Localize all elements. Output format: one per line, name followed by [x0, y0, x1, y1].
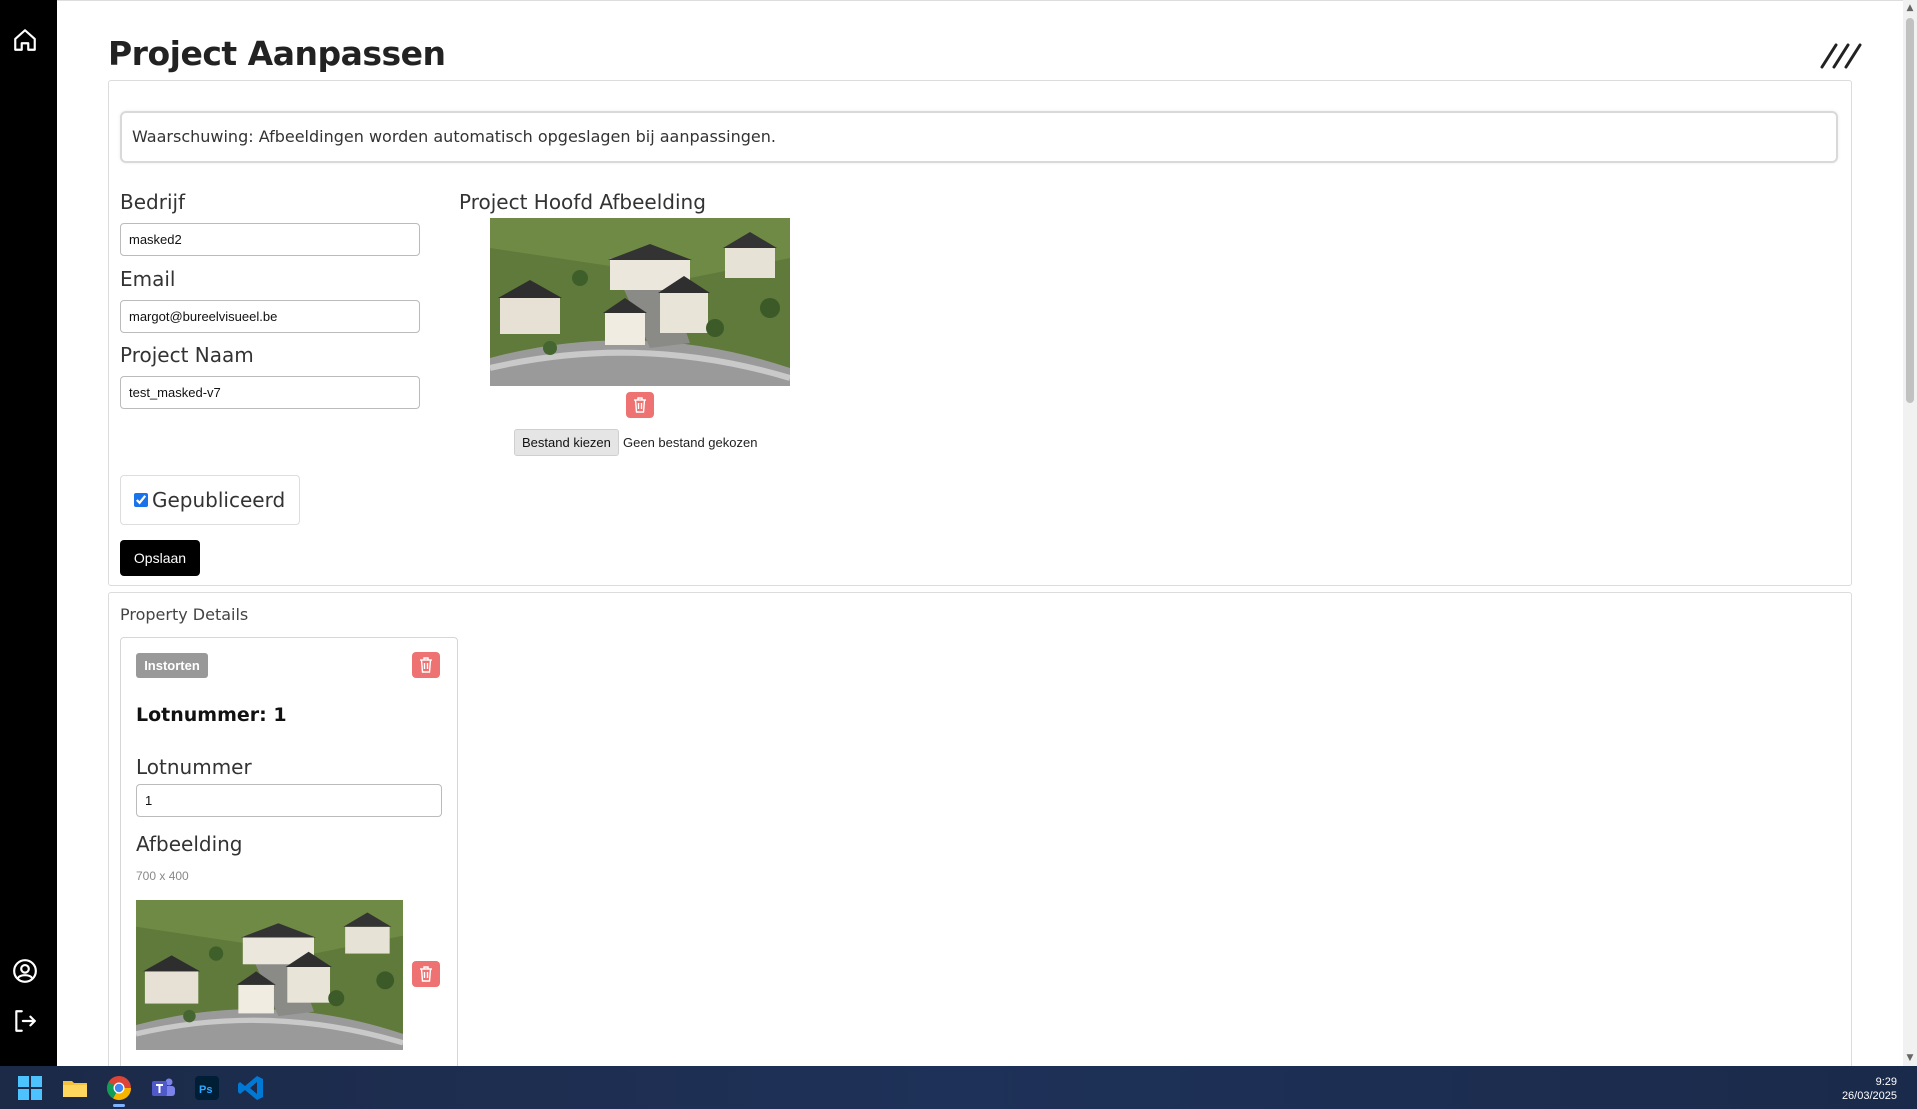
property-details-panel: Property Details Instorten Lotnummer: 1 …: [108, 592, 1852, 1067]
lot-heading: Lotnummer: 1: [136, 704, 287, 726]
file-explorer-icon[interactable]: [61, 1074, 89, 1102]
vscode-icon[interactable]: [237, 1074, 265, 1102]
lot-image: [136, 900, 403, 1050]
clock-date: 26/03/2025: [1841, 1090, 1897, 1102]
sidebar: [0, 0, 57, 1066]
page-title: Project Aanpassen: [108, 34, 446, 73]
property-details-title: Property Details: [120, 605, 249, 624]
teams-icon[interactable]: [149, 1074, 177, 1102]
hamburger-slash-icon[interactable]: [1818, 41, 1866, 71]
lot-number-label: Lotnummer: [136, 755, 252, 779]
chrome-icon[interactable]: [105, 1074, 133, 1102]
file-status-text: Geen bestand gekozen: [623, 435, 758, 450]
delete-main-image-button[interactable]: [626, 392, 654, 418]
project-name-input[interactable]: [120, 376, 420, 409]
lot-number-input[interactable]: [136, 784, 442, 817]
published-checkbox-group[interactable]: Gepubliceerd: [120, 475, 300, 525]
email-label: Email: [120, 267, 176, 291]
project-name-label: Project Naam: [120, 343, 254, 367]
main-content: Project Aanpassen Waarschuwing: Afbeeldi…: [57, 0, 1903, 1067]
image-dimensions-note: 700 x 400: [136, 869, 189, 883]
windows-start-icon[interactable]: [16, 1074, 44, 1102]
lot-card: Instorten Lotnummer: 1 Lotnummer Afbeeld…: [120, 637, 458, 1067]
save-button[interactable]: Opslaan: [120, 540, 200, 576]
main-project-image: [490, 218, 790, 386]
taskbar-clock[interactable]: 9:29 26/03/2025: [1842, 1075, 1897, 1103]
choose-file-button[interactable]: Bestand kiezen: [514, 429, 619, 456]
svg-text:Ps: Ps: [199, 1084, 212, 1096]
published-label: Gepubliceerd: [152, 488, 286, 512]
page-scrollbar[interactable]: ▲ ▼: [1903, 0, 1917, 1066]
os-taskbar: Ps: [0, 1066, 1917, 1109]
warning-banner: Waarschuwing: Afbeeldingen worden automa…: [120, 111, 1838, 163]
photoshop-icon[interactable]: Ps: [193, 1074, 221, 1102]
logout-icon[interactable]: [12, 1008, 38, 1034]
lot-image-label: Afbeelding: [136, 832, 243, 856]
published-checkbox[interactable]: [134, 493, 148, 507]
home-icon[interactable]: [12, 27, 38, 53]
main-image-label: Project Hoofd Afbeelding: [459, 190, 706, 214]
project-form-panel: Waarschuwing: Afbeeldingen worden automa…: [108, 80, 1852, 586]
company-label: Bedrijf: [120, 190, 186, 214]
clock-time: 9:29: [1875, 1076, 1897, 1088]
user-circle-icon[interactable]: [12, 958, 38, 984]
scroll-down-arrow-icon[interactable]: ▼: [1905, 1053, 1915, 1063]
company-input[interactable]: [120, 223, 420, 256]
scroll-thumb[interactable]: [1906, 18, 1914, 403]
collapse-button[interactable]: Instorten: [136, 653, 208, 678]
scroll-up-arrow-icon[interactable]: ▲: [1905, 3, 1915, 13]
email-input[interactable]: [120, 300, 420, 333]
active-app-indicator: [113, 1104, 125, 1107]
delete-lot-button[interactable]: [412, 652, 440, 678]
delete-lot-image-button[interactable]: [412, 961, 440, 987]
